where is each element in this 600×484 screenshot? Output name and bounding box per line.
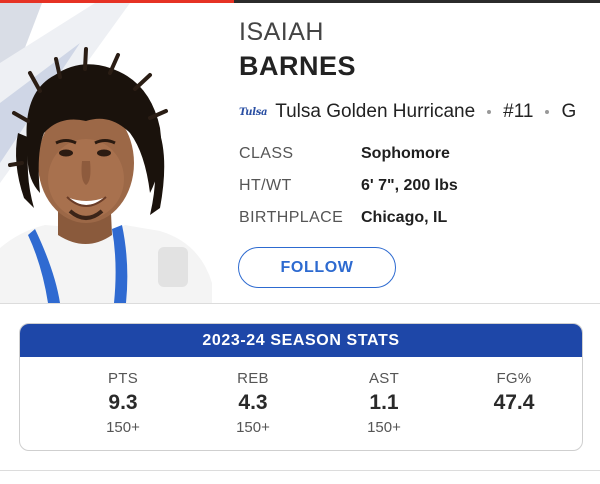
player-headshot-image [0,3,212,303]
info-row-birthplace: BIRTHPLACE Chicago, IL [239,207,447,229]
info-value: Chicago, IL [361,209,448,226]
stat-label: FG% [496,370,532,387]
stat-value: 47.4 [493,391,535,414]
season-stats-card: 2023-24 SEASON STATS PTS 9.3 150+ REB 4.… [19,323,583,451]
stat-rank: 150+ [106,419,140,436]
team-logo-icon[interactable]: Tulsa [239,107,268,118]
player-last-name: BARNES [239,51,357,81]
player-first-name: ISAIAH [239,18,324,46]
info-row-ht-wt: HT/WT 6' 7", 200 lbs [239,175,458,197]
player-headshot [0,3,212,303]
team-line: Tulsa Tulsa Golden Hurricane #11 G [239,99,576,125]
jersey-number: #11 [503,101,534,122]
bottom-divider [0,470,600,471]
stat-label: REB [237,370,269,387]
follow-button[interactable]: FOLLOW [238,247,396,288]
stat-rank: 150+ [236,419,270,436]
stat-rank: 150+ [367,419,401,436]
info-value: 6' 7", 200 lbs [361,177,458,194]
stat-label: PTS [107,370,139,387]
stat-value: 9.3 [108,391,138,414]
section-divider [0,303,600,304]
team-name[interactable]: Tulsa Golden Hurricane [275,101,475,123]
stat-label: AST [368,370,400,387]
info-label: HT/WT [239,177,292,194]
player-position: G [561,101,577,122]
info-label: CLASS [239,145,294,162]
info-row-class: CLASS Sophomore [239,143,450,165]
separator-dot [487,110,492,114]
separator-dot [545,110,550,114]
stat-value: 1.1 [369,391,399,414]
stat-value: 4.3 [238,391,268,414]
info-label: BIRTHPLACE [239,209,344,226]
info-value: Sophomore [361,145,450,162]
season-stats-title: 2023-24 SEASON STATS [20,324,582,357]
season-stats-columns: PTS 9.3 150+ REB 4.3 150+ AST 1.1 150+ F… [20,357,582,450]
